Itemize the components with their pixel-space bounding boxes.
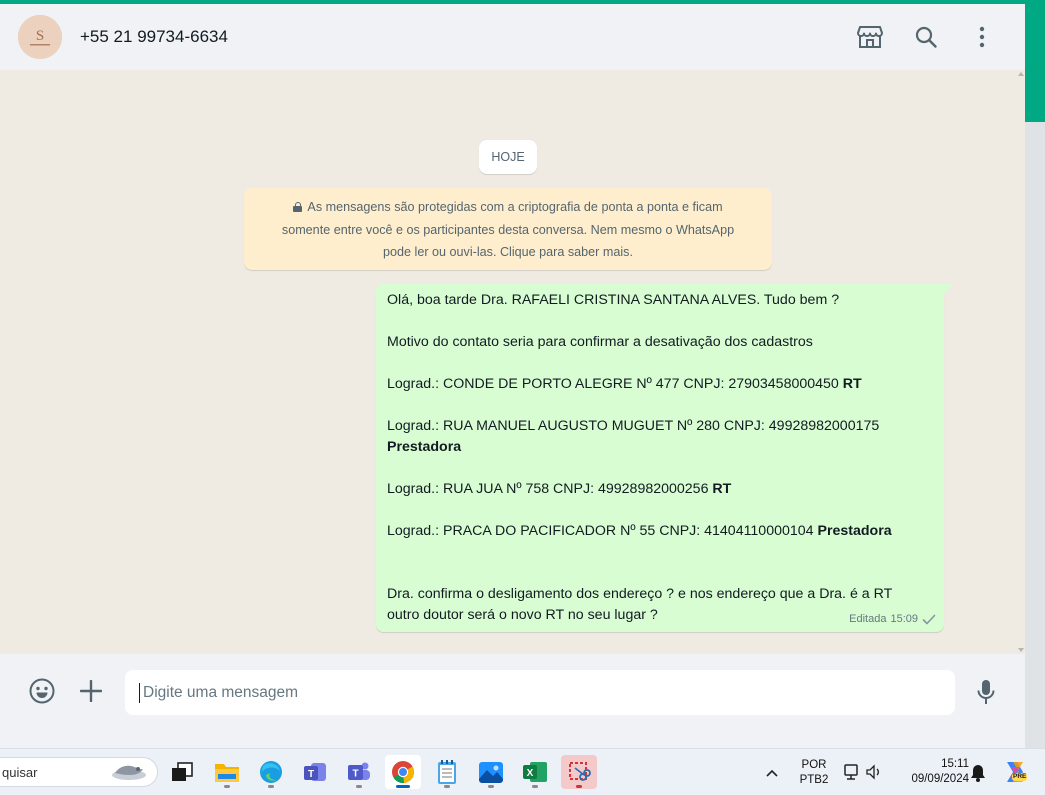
scroll-down-arrow-icon[interactable] <box>1018 648 1024 652</box>
snipping-tool-icon <box>569 762 591 781</box>
file-explorer-button[interactable] <box>209 755 245 789</box>
chat-scrollbar[interactable] <box>1017 70 1025 654</box>
single-check-icon <box>922 614 936 624</box>
search-icon[interactable] <box>911 22 941 52</box>
chrome-icon <box>392 761 415 784</box>
teams-button[interactable]: T <box>341 755 377 789</box>
message-greeting: Olá, boa tarde Dra. RAFAELI CRISTINA SAN… <box>387 292 840 308</box>
taskbar-search-box[interactable]: quisar <box>0 757 158 787</box>
message-address-2-tag: Prestadora <box>387 439 462 455</box>
contact-avatar[interactable]: S <box>18 15 62 59</box>
taskbar-search-text: quisar <box>2 764 38 780</box>
folder-icon <box>215 764 239 782</box>
volume-icon[interactable] <box>865 763 883 781</box>
search-highlight-icon <box>112 765 146 780</box>
copilot-icon <box>1007 762 1023 782</box>
chrome-button[interactable] <box>385 755 421 789</box>
network-icon[interactable] <box>843 763 861 781</box>
message-address-1: Lograd.: CONDE DE PORTO ALEGRE Nº 477 CN… <box>387 376 862 392</box>
photos-button[interactable] <box>473 755 509 789</box>
message-motivo: Motivo do contato seria para confirmar a… <box>387 334 813 350</box>
svg-text:T: T <box>308 769 314 780</box>
task-view-button[interactable] <box>164 755 200 789</box>
text-caret <box>139 683 140 703</box>
edge-icon <box>260 761 282 783</box>
taskbar-clock[interactable]: 15:11 09/09/2024 <box>895 757 969 787</box>
lock-icon <box>293 202 303 212</box>
task-view-icon <box>172 762 193 781</box>
catalog-icon[interactable] <box>855 22 885 52</box>
excel-button[interactable]: X <box>517 755 553 789</box>
menu-icon[interactable] <box>967 22 997 52</box>
message-meta: Editada 15:09 <box>849 613 936 625</box>
microphone-icon[interactable] <box>973 678 999 706</box>
snipping-tool-button[interactable] <box>561 755 597 789</box>
copilot-pre-badge: PRE <box>1012 773 1028 781</box>
date-separator: HOJE <box>479 140 537 174</box>
contact-name[interactable]: +55 21 99734-6634 <box>80 27 228 47</box>
notepad-button[interactable] <box>429 755 465 789</box>
bubble-tail <box>944 284 952 295</box>
attach-plus-icon[interactable] <box>78 678 104 704</box>
conversation-panel[interactable]: HOJE As mensagens são protegidas com a c… <box>0 70 1025 654</box>
windows-taskbar: quisar T T X POR PTB2 15:11 09/09/2024 P… <box>0 748 1045 795</box>
taskbar-time: 15:11 <box>941 758 969 770</box>
avatar-logo-icon: S <box>18 15 62 59</box>
notepad-icon <box>438 760 456 784</box>
app-side-accent <box>1025 0 1045 122</box>
message-input[interactable] <box>125 670 955 715</box>
input-language-indicator[interactable]: POR PTB2 <box>797 758 831 788</box>
encryption-notice-line1: As mensagens são protegidas com a cripto… <box>307 200 723 214</box>
encryption-notice-line2: somente entre você e os participantes de… <box>281 222 735 237</box>
window-right-edge <box>1025 122 1045 748</box>
photos-icon <box>479 762 503 783</box>
notification-bell-icon[interactable] <box>970 764 986 782</box>
show-hidden-icons-chevron-icon[interactable] <box>765 765 785 781</box>
message-address-4: Lograd.: PRACA DO PACIFICADOR Nº 55 CNPJ… <box>387 523 892 539</box>
outgoing-message-bubble[interactable]: Olá, boa tarde Dra. RAFAELI CRISTINA SAN… <box>376 284 944 632</box>
copilot-button[interactable]: PRE <box>1001 759 1029 785</box>
scroll-up-arrow-icon[interactable] <box>1018 72 1024 76</box>
composer-bar <box>0 654 1025 727</box>
message-address-2: Lograd.: RUA MANUEL AUGUSTO MUGUET Nº 28… <box>387 418 880 434</box>
chat-header: S +55 21 99734-6634 <box>0 4 1025 70</box>
window-bottom-margin <box>0 727 1025 748</box>
svg-text:S: S <box>36 28 44 44</box>
teams-icon: T <box>348 762 370 780</box>
emoji-icon[interactable] <box>28 677 56 705</box>
teams-work-icon: T <box>304 763 326 781</box>
encryption-notice[interactable]: As mensagens são protegidas com a cripto… <box>244 188 772 270</box>
svg-text:X: X <box>527 768 534 779</box>
edited-label: Editada <box>849 613 887 625</box>
encryption-notice-line3: pode ler ou ouvi-las. Clique para saber … <box>383 245 633 259</box>
svg-text:T: T <box>352 769 358 780</box>
excel-icon: X <box>523 762 547 782</box>
taskbar-date: 09/09/2024 <box>911 773 969 785</box>
teams-work-button[interactable]: T <box>297 755 333 789</box>
message-question-line1: Dra. confirma o desligamento dos endereç… <box>387 586 893 602</box>
edge-button[interactable] <box>253 755 289 789</box>
message-time: 15:09 <box>890 613 918 625</box>
message-address-3: Lograd.: RUA JUA Nº 758 CNPJ: 4992898200… <box>387 481 732 497</box>
